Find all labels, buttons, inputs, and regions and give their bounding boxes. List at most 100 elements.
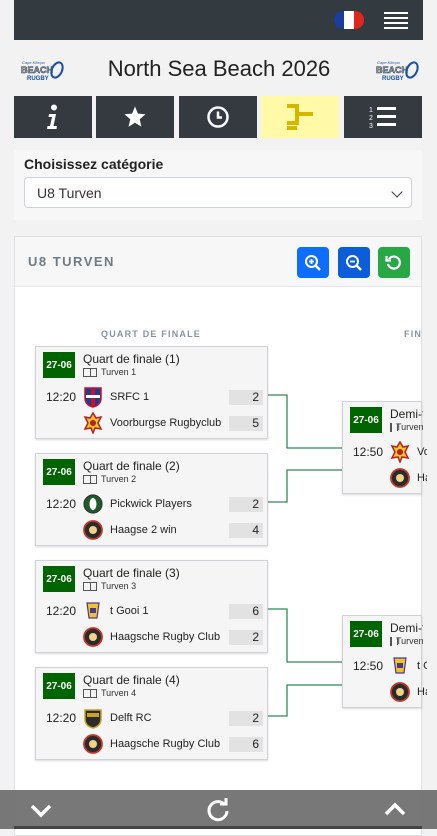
zoom-in-button[interactable]: [297, 247, 329, 278]
team-name: Voorburgse Rugbyclub: [110, 417, 222, 429]
beach-rugby-logo: Cape Klimpo BEACH RUGBY: [376, 60, 419, 82]
field-icon: [390, 636, 398, 646]
nav-favorites-button[interactable]: [96, 96, 174, 138]
team-row[interactable]: Haagsche: [390, 680, 430, 704]
zoom-out-icon: [346, 254, 362, 271]
team-row[interactable]: t Gooi: [390, 654, 430, 678]
star-icon: [124, 106, 146, 127]
match-card-sf1[interactable]: 27-06 Demi-finale Turven 12:50 Voorburgs…: [342, 401, 427, 494]
match-date-badge: 27-06: [43, 673, 75, 699]
reset-zoom-button[interactable]: [378, 247, 410, 278]
bottom-toolbar: [0, 790, 437, 829]
reset-icon: [385, 254, 401, 270]
team-row[interactable]: Voorburgse: [390, 440, 430, 464]
match-date-badge: 27-06: [43, 566, 75, 592]
match-date-badge: 27-06: [350, 621, 382, 647]
srfc-logo-icon: [84, 387, 102, 408]
team-row[interactable]: Voorburgse Rugbyclub 5: [83, 411, 263, 435]
match-time: 12:50: [353, 445, 384, 459]
chevron-down-icon: [391, 186, 403, 198]
team-row[interactable]: Haagse: [390, 466, 430, 490]
info-icon: [47, 104, 57, 129]
haagsche-logo-icon: [83, 627, 103, 647]
pickwick-logo-icon: [83, 494, 103, 514]
match-time: 12:50: [353, 659, 384, 673]
haagse-logo-icon: [390, 468, 410, 488]
voorburgse-logo-icon: [83, 412, 103, 434]
match-time: 12:20: [46, 497, 77, 511]
field-icon: [83, 474, 97, 484]
page-title: North Sea Beach 2026: [107, 56, 331, 81]
match-field: Turven: [390, 422, 423, 432]
team-name: Haagsche Rugby Club: [110, 738, 221, 750]
team-row[interactable]: Haagsche Rugby Club 2: [83, 625, 263, 649]
nav-info-button[interactable]: [14, 96, 92, 138]
hamburger-icon[interactable]: [384, 12, 408, 29]
team-row[interactable]: Haagse 2 win 4: [83, 518, 263, 542]
match-field: Turven 2: [83, 474, 136, 484]
svg-text:BEACH: BEACH: [376, 65, 408, 75]
team-score: 4: [229, 522, 263, 538]
team-score: 2: [229, 629, 263, 645]
match-time: 12:20: [46, 711, 77, 725]
team-name: Haagsche Rugby Club: [110, 631, 221, 643]
match-name: Demi-finale: [390, 407, 423, 421]
field-icon: [83, 367, 97, 377]
nav-bracket-button[interactable]: [261, 96, 339, 138]
team-name: Voorburgse: [417, 446, 427, 458]
team-name: Haagse 2 win: [110, 524, 177, 536]
match-card-sf2[interactable]: 27-06 Demi-finale Turven 12:50 t Gooi Ha…: [342, 615, 427, 708]
team-score: 2: [229, 710, 263, 726]
match-field: Turven 4: [83, 688, 136, 698]
refresh-icon[interactable]: [206, 798, 230, 822]
match-field: Turven: [390, 636, 423, 646]
match-card-qf3[interactable]: 27-06 Quart de finale (3) Turven 3 12:20…: [35, 560, 268, 653]
svg-text:2: 2: [369, 115, 373, 122]
zoom-out-button[interactable]: [338, 247, 370, 278]
bracket-icon: [287, 104, 313, 130]
category-select[interactable]: U8 Turven: [24, 177, 412, 208]
team-score: 6: [229, 736, 263, 752]
svg-text:3: 3: [369, 123, 373, 130]
match-date-badge: 27-06: [350, 407, 382, 433]
voorburgse-logo-icon: [390, 441, 410, 463]
match-card-qf2[interactable]: 27-06 Quart de finale (2) Turven 2 12:20…: [35, 453, 268, 546]
haagsche-logo-icon: [390, 682, 410, 702]
category-selected-value: U8 Turven: [37, 185, 102, 201]
category-card: Choisissez catégorie U8 Turven: [14, 150, 422, 220]
zoom-in-icon: [305, 254, 321, 271]
team-row[interactable]: Haagsche Rugby Club 6: [83, 732, 263, 756]
team-row[interactable]: SRFC 1 2: [83, 385, 263, 409]
team-score: 2: [229, 496, 263, 512]
haagsche-logo-icon: [83, 734, 103, 754]
bracket-title: U8 TURVEN: [28, 254, 115, 269]
chevron-up-icon[interactable]: [383, 798, 407, 822]
svg-text:RUGBY: RUGBY: [27, 76, 49, 82]
match-card-qf4[interactable]: 27-06 Quart de finale (4) Turven 4 12:20…: [35, 667, 268, 760]
svg-text:BEACH: BEACH: [21, 65, 53, 75]
match-field: Turven 3: [83, 581, 136, 591]
team-name: Haagsche: [417, 686, 427, 698]
team-score: 6: [229, 603, 263, 619]
gooi-logo-icon: [393, 657, 407, 674]
round-label-final: FIN: [404, 329, 423, 339]
fr-flag-icon[interactable]: [334, 11, 364, 29]
field-icon: [83, 581, 97, 591]
category-label: Choisissez catégorie: [24, 156, 164, 172]
match-name: Quart de finale (1): [83, 352, 180, 366]
match-name: Demi-finale: [390, 621, 423, 635]
match-field: Turven 1: [83, 367, 136, 377]
match-card-qf1[interactable]: 27-06 Quart de finale (1) Turven 1 12:20…: [35, 346, 268, 439]
team-score: 5: [229, 415, 263, 431]
nav-ranking-button[interactable]: 1 2 3: [344, 96, 422, 138]
team-row[interactable]: t Gooi 1 6: [83, 599, 263, 623]
bracket-header: U8 TURVEN: [15, 237, 421, 287]
team-name: SRFC 1: [110, 391, 150, 403]
team-row[interactable]: Delft RC 2: [83, 706, 263, 730]
svg-text:1: 1: [369, 107, 373, 114]
nav-schedule-button[interactable]: [179, 96, 257, 138]
team-row[interactable]: Pickwick Players 2: [83, 492, 263, 516]
chevron-down-icon[interactable]: [29, 798, 53, 822]
gooi-logo-icon: [86, 602, 100, 619]
team-name: Haagse: [417, 472, 427, 484]
